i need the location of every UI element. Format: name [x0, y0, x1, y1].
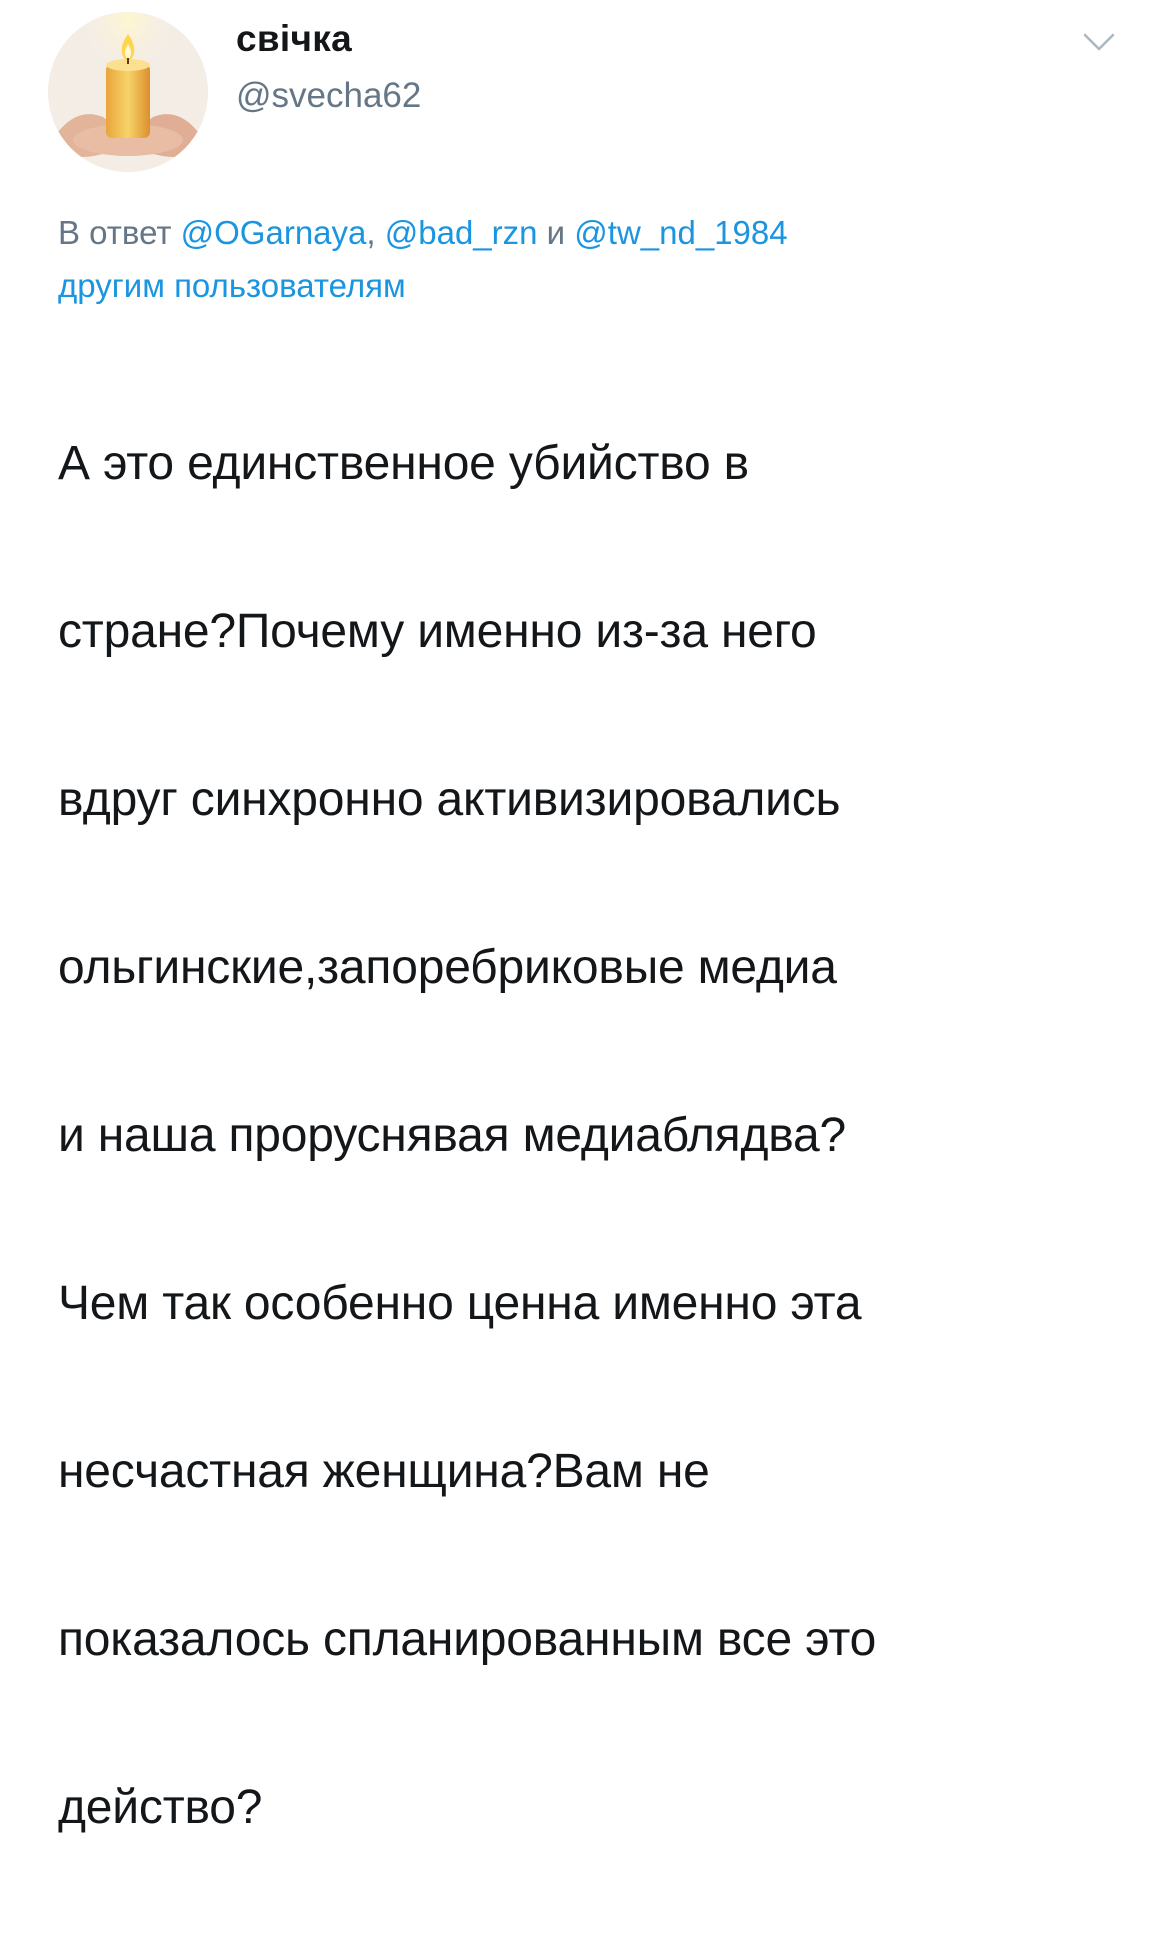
display-name[interactable]: свічка: [236, 18, 352, 60]
tweet-text: А это единственное убийство в стране?Поч…: [58, 338, 1138, 1934]
tweet-text-line: стране?Почему именно из-за него: [58, 605, 817, 658]
reply-prefix: В ответ: [58, 214, 172, 251]
mention-link[interactable]: @bad_rzn: [385, 214, 538, 251]
mention-link[interactable]: @tw_nd_1984: [574, 214, 787, 251]
other-users-link[interactable]: другим пользователям: [58, 267, 406, 304]
tweet-text-line: показалось спланированным все это: [58, 1613, 877, 1666]
chevron-down-icon[interactable]: [1082, 30, 1116, 54]
tweet-text-line: действо?: [58, 1781, 263, 1834]
tweet-text-line: ольгинские,запоребриковые медиа: [58, 941, 837, 994]
avatar[interactable]: [48, 12, 208, 172]
tweet-text-line: и наша проруснявая медиаблядва?: [58, 1109, 847, 1162]
mention-separator: ,: [366, 214, 385, 251]
tweet-card: свічка @svecha62 В ответ @OGarnaya, @bad…: [0, 0, 1165, 1834]
tweet-text-line: несчастная женщина?Вам не: [58, 1445, 710, 1498]
mention-link[interactable]: @OGarnaya: [181, 214, 367, 251]
tweet-text-line: Чем так особенно ценна именно эта: [58, 1277, 862, 1330]
user-handle[interactable]: @svecha62: [236, 76, 421, 116]
candle-icon: [48, 12, 208, 172]
tweet-text-line: вдруг синхронно активизировались: [58, 773, 841, 826]
mention-conjunction: и: [537, 214, 575, 251]
tweet-text-line: А это единственное убийство в: [58, 437, 749, 490]
reply-context: В ответ @OGarnaya, @bad_rzn и @tw_nd_198…: [58, 206, 1118, 312]
